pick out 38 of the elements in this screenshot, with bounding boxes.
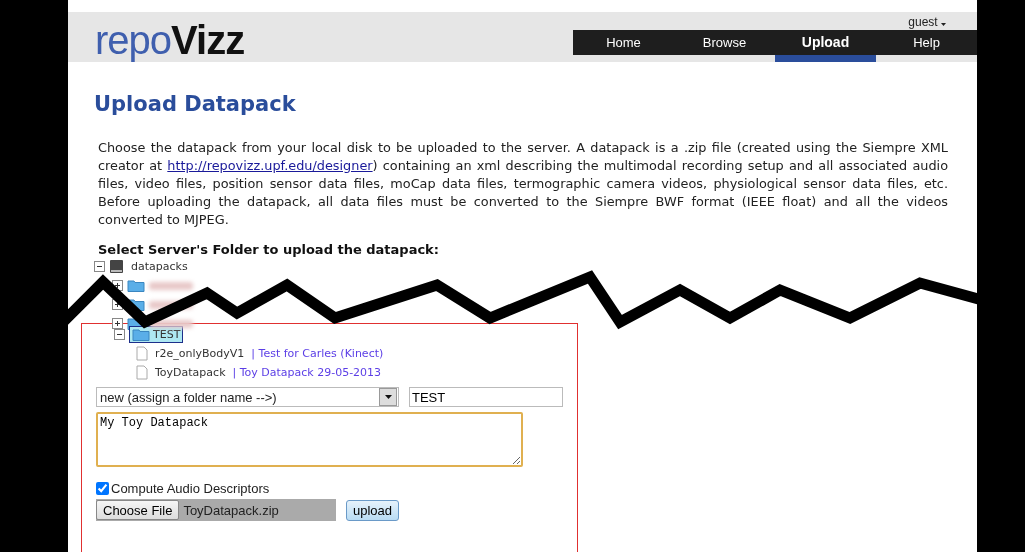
collapse-toggle-icon[interactable] xyxy=(114,329,125,340)
dropdown-arrow-icon xyxy=(384,395,392,399)
nav-tab[interactable]: Browse xyxy=(674,29,775,55)
nav-tab[interactable]: Upload xyxy=(775,29,876,55)
repovizz-logo[interactable]: repoVizz xyxy=(95,20,245,62)
designer-link[interactable]: http://repovizz.upf.edu/designer xyxy=(167,158,373,173)
expand-toggle-icon[interactable] xyxy=(112,280,123,291)
expand-toggle-icon[interactable] xyxy=(112,318,123,329)
file-label[interactable]: ToyDatapack xyxy=(152,364,229,381)
folder-name-field[interactable]: TEST xyxy=(409,387,563,407)
upload-button[interactable]: upload xyxy=(346,499,400,521)
folder-icon xyxy=(132,328,150,341)
file-icon xyxy=(136,365,148,380)
collapse-toggle-icon[interactable] xyxy=(94,261,105,272)
tree-node-label[interactable]: TEST xyxy=(129,326,184,343)
nav-tab[interactable]: Home xyxy=(573,29,674,55)
intro-paragraph: Choose the datapack from your local disk to be uploaded to the server. A datapack is a .zip file (created using the Siempre XML creator at http://repovizz.upf.edu/designer) containing an xml describing the multimodal recording setup and all associated audio files, video files, position sensor data files, moCap data files, termographic camera videos, physiological sensor data files, etc. Before uploading the datapack, all data files must be converted to the Siempre BWF format (IEEE float) and all the videos converted to MJPEG. xyxy=(98,139,948,229)
blurred-label xyxy=(149,281,193,290)
tree-node-label[interactable]: datapacks xyxy=(128,258,191,275)
folder-select[interactable]: new (assign a folder name -->) xyxy=(96,387,399,407)
folder-icon xyxy=(127,298,145,311)
file-name: ToyDatapack.zip xyxy=(183,502,279,518)
section-heading: Select Server's Folder to upload the datapack: xyxy=(98,242,440,257)
page-title: Upload Datapack xyxy=(94,92,297,116)
folder-icon xyxy=(127,279,145,292)
user-menu[interactable]: guest xyxy=(908,12,977,30)
file-picker[interactable]: Choose File ToyDatapack.zip xyxy=(96,499,336,521)
file-description: | Test for Carles (Kinect) xyxy=(251,347,384,360)
nav-tab[interactable]: Help xyxy=(876,29,977,55)
file-label[interactable]: r2e_onlyBodyV1 xyxy=(152,345,248,362)
checkbox-label: Compute Audio Descriptors xyxy=(111,481,270,496)
file-icon xyxy=(136,346,148,361)
drive-icon xyxy=(109,259,124,274)
file-description: | Toy Datapack 29-05-2013 xyxy=(232,366,382,379)
choose-file-button[interactable]: Choose File xyxy=(96,500,180,520)
checkbox[interactable] xyxy=(96,482,109,495)
description-field[interactable]: My Toy Datapack xyxy=(96,412,523,467)
caret-icon xyxy=(941,23,946,26)
